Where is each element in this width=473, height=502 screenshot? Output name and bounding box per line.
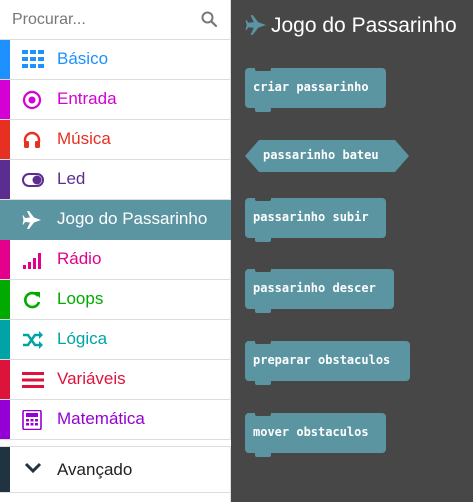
block-label: passarinho descer [253, 281, 376, 295]
airplane-icon [22, 210, 44, 230]
block-label: passarinho subir [253, 210, 369, 224]
block-notch [255, 68, 271, 71]
category-label: Música [57, 129, 111, 148]
block-label: criar passarinho [253, 80, 369, 94]
block-mover-obstaculos[interactable]: mover obstaculos [245, 413, 386, 457]
search-bar [0, 0, 231, 40]
block-tab [255, 238, 271, 242]
block-tab [255, 309, 271, 313]
category-matematica[interactable]: Matemática [0, 400, 231, 440]
category-color-bar [0, 200, 10, 240]
category-label: Avançado [57, 460, 133, 479]
shuffle-icon [22, 330, 44, 350]
search-icon[interactable] [201, 11, 218, 32]
category-color-bar [0, 160, 10, 199]
block-tab [255, 381, 271, 385]
list-icon [22, 370, 44, 390]
category-jogo-do-passarinho[interactable]: Jogo do Passarinho [0, 200, 231, 240]
block-preparar-obstaculos[interactable]: preparar obstaculos [245, 341, 410, 385]
category-color-bar [0, 80, 10, 119]
category-color-bar [0, 400, 10, 439]
signal-icon [22, 250, 44, 270]
block-passarinho-subir[interactable]: passarinho subir [245, 198, 386, 242]
category-led[interactable]: Led [0, 160, 231, 200]
category-label: Rádio [57, 249, 102, 268]
block-notch [255, 269, 271, 272]
category-musica[interactable]: Música [0, 120, 231, 160]
category-label: Variáveis [57, 369, 126, 388]
category-radio[interactable]: Rádio [0, 240, 231, 280]
refresh-icon [22, 290, 44, 310]
category-avancado[interactable]: Avançado [0, 447, 231, 493]
block-label: preparar obstaculos [253, 353, 391, 367]
block-passarinho-descer[interactable]: passarinho descer [245, 269, 394, 313]
block-criar-passarinho[interactable]: criar passarinho [245, 68, 386, 112]
block-tab [255, 108, 271, 112]
block-notch [255, 413, 271, 416]
category-label: Lógica [57, 329, 108, 348]
block-tab [255, 453, 271, 457]
category-entrada[interactable]: Entrada [0, 80, 231, 120]
headphones-icon [22, 130, 44, 150]
toggle-icon [22, 170, 44, 190]
category-label: Loops [57, 289, 104, 308]
category-color-bar [0, 320, 10, 359]
category-label: Entrada [57, 89, 117, 108]
category-loops[interactable]: Loops [0, 280, 231, 320]
block-label: passarinho bateu [263, 148, 379, 162]
block-notch [255, 341, 271, 344]
category-basico[interactable]: Básico [0, 40, 231, 80]
chevron-down-icon [24, 461, 42, 480]
block-notch [255, 198, 271, 201]
category-color-bar [0, 447, 10, 492]
divider [0, 440, 231, 447]
search-input[interactable] [10, 6, 194, 34]
block-label: mover obstaculos [253, 425, 369, 439]
calculator-icon [22, 409, 44, 431]
category-label: Jogo do Passarinho [57, 209, 208, 228]
category-color-bar [0, 40, 10, 79]
flyout-title: Jogo do Passarinho [271, 14, 457, 37]
toolbox-sidebar: Básico Entrada Música Led Jogo do Passar… [0, 0, 231, 502]
category-color-bar [0, 240, 10, 279]
category-color-bar [0, 360, 10, 399]
category-label: Matemática [57, 409, 145, 428]
category-color-bar [0, 280, 10, 319]
category-variaveis[interactable]: Variáveis [0, 360, 231, 400]
category-label: Led [57, 169, 86, 188]
category-logica[interactable]: Lógica [0, 320, 231, 360]
target-icon [22, 90, 44, 110]
grid-icon [22, 50, 44, 70]
category-color-bar [0, 120, 10, 159]
block-passarinho-bateu[interactable]: passarinho bateu [245, 140, 409, 172]
category-label: Básico [57, 49, 109, 68]
airplane-icon [245, 14, 267, 41]
